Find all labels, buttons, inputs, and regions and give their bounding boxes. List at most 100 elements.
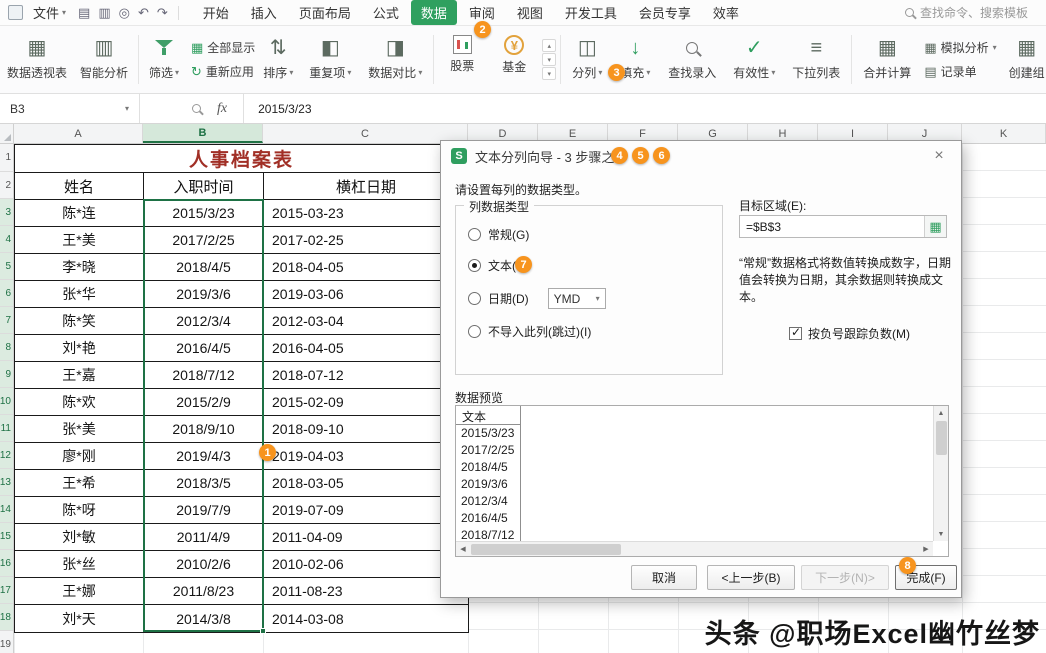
row-header-18[interactable]: 18 xyxy=(0,604,13,631)
dialog-titlebar[interactable]: S 文本分列向导 - 3 步骤之 3 × xyxy=(441,141,961,171)
toolbar-item-基金[interactable]: ¥基金 xyxy=(488,26,540,93)
cell[interactable]: 张*华 xyxy=(15,281,144,308)
tab-效率[interactable]: 效率 xyxy=(703,0,749,25)
column-header-B[interactable]: B xyxy=(143,124,263,143)
scrollbar-thumb[interactable] xyxy=(471,544,621,555)
magnifier-icon[interactable] xyxy=(192,104,201,113)
radio-文本(T)[interactable]: 文本(T) xyxy=(468,257,714,274)
cell[interactable]: 2019-04-03 xyxy=(264,443,468,470)
cell[interactable]: 2015/2/9 xyxy=(144,389,264,416)
cell[interactable]: 2012/3/4 xyxy=(144,308,264,335)
scroll-right-icon[interactable]: ▶ xyxy=(919,542,933,556)
header-cell-入职时间[interactable]: 入职时间 xyxy=(144,173,264,200)
cell[interactable]: 2010/2/6 xyxy=(144,551,264,578)
scroll-down-icon[interactable]: ▼ xyxy=(934,527,948,541)
row-header-3[interactable]: 3 xyxy=(0,199,13,226)
previous-step-button[interactable]: <上一步(B) xyxy=(707,565,795,590)
cell[interactable]: 王*嘉 xyxy=(15,362,144,389)
fill-handle[interactable] xyxy=(260,628,266,634)
tab-插入[interactable]: 插入 xyxy=(241,0,287,25)
print-preview-icon[interactable]: ◎ xyxy=(115,5,134,21)
toolbar-item-筛选[interactable]: 筛选▾ xyxy=(141,26,187,93)
cell[interactable]: 刘*敏 xyxy=(15,524,144,551)
row-header-19[interactable]: 19 xyxy=(0,631,13,653)
radio-日期(D)[interactable]: 日期(D)YMD▾ xyxy=(468,288,714,309)
row-header-1[interactable]: 1 xyxy=(0,144,13,172)
preview-column-type[interactable]: 文本 xyxy=(456,406,520,425)
cell[interactable]: 2016-04-05 xyxy=(264,335,468,362)
row-header-6[interactable]: 6 xyxy=(0,280,13,307)
cell[interactable]: 2012-03-04 xyxy=(264,308,468,335)
toolbar-item-填充[interactable]: ↓填充▾ xyxy=(611,26,659,93)
gallery-down-icon[interactable]: ▾ xyxy=(542,53,556,66)
cell[interactable]: 2017-02-25 xyxy=(264,227,468,254)
cell[interactable]: 刘*天 xyxy=(15,605,144,632)
toolbar-item-数据对比[interactable]: ◨数据对比▾ xyxy=(359,26,431,93)
range-picker-icon[interactable]: ▦ xyxy=(924,216,946,237)
cell[interactable]: 王*美 xyxy=(15,227,144,254)
cell[interactable]: 2018/3/5 xyxy=(144,470,264,497)
scroll-up-icon[interactable]: ▲ xyxy=(934,406,948,420)
row-header-17[interactable]: 17 xyxy=(0,577,13,604)
column-header-A[interactable]: A xyxy=(14,124,143,143)
select-all-corner[interactable] xyxy=(0,124,14,143)
cell[interactable]: 2015/3/23 xyxy=(144,200,264,227)
row-header-13[interactable]: 13 xyxy=(0,469,13,496)
cell[interactable]: 2019-03-06 xyxy=(264,281,468,308)
row-header-4[interactable]: 4 xyxy=(0,226,13,253)
cell[interactable]: 2014-03-08 xyxy=(264,605,468,632)
cell[interactable]: 2011/4/9 xyxy=(144,524,264,551)
cell[interactable]: 2018-07-12 xyxy=(264,362,468,389)
row-header-15[interactable]: 15 xyxy=(0,523,13,550)
toolbar-item-合并计算[interactable]: ▦合并计算 xyxy=(854,26,920,93)
header-cell-横杠日期[interactable]: 横杠日期 xyxy=(264,173,468,200)
tab-页面布局[interactable]: 页面布局 xyxy=(289,0,361,25)
tab-视图[interactable]: 视图 xyxy=(507,0,553,25)
toolbar-item-重复项[interactable]: ◧重复项▾ xyxy=(301,26,359,93)
file-menu-button[interactable]: 文件 ▾ xyxy=(27,3,72,22)
undo-icon[interactable]: ↶ xyxy=(134,5,153,21)
redo-icon[interactable]: ↷ xyxy=(153,5,172,21)
cell[interactable]: 王*娜 xyxy=(15,578,144,605)
cell[interactable]: 2011-04-09 xyxy=(264,524,468,551)
toolbar-item-分列[interactable]: ◫分列▾ xyxy=(563,26,611,93)
cell[interactable]: 2018/7/12 xyxy=(144,362,264,389)
tab-公式[interactable]: 公式 xyxy=(363,0,409,25)
toolbar-item-下拉列表[interactable]: ≡下拉列表 xyxy=(783,26,849,93)
table-title-cell[interactable]: 人事档案表 xyxy=(15,145,468,173)
toolbar-item-数据透视表[interactable]: ▦数据透视表 xyxy=(2,26,72,93)
scroll-left-icon[interactable]: ◀ xyxy=(456,542,470,556)
cell[interactable]: 张*丝 xyxy=(15,551,144,578)
trailing-minus-checkbox[interactable]: 按负号跟踪负数(M) xyxy=(789,325,910,342)
cell[interactable]: 2015-03-23 xyxy=(264,200,468,227)
gallery-up-icon[interactable]: ▴ xyxy=(542,39,556,52)
toolbar-item-模拟分析[interactable]: ▦模拟分析▾ xyxy=(924,39,996,56)
cell[interactable]: 2019/3/6 xyxy=(144,281,264,308)
cell[interactable]: 2018-09-10 xyxy=(264,416,468,443)
cell[interactable]: 王*希 xyxy=(15,470,144,497)
cancel-button[interactable]: 取消 xyxy=(631,565,697,590)
tab-会员专享[interactable]: 会员专享 xyxy=(629,0,701,25)
row-header-8[interactable]: 8 xyxy=(0,334,13,361)
save-icon[interactable]: ▤ xyxy=(74,5,94,21)
cell[interactable]: 2018/4/5 xyxy=(144,254,264,281)
cell[interactable]: 2010-02-06 xyxy=(264,551,468,578)
cell[interactable]: 廖*刚 xyxy=(15,443,144,470)
row-header-16[interactable]: 16 xyxy=(0,550,13,577)
column-header-C[interactable]: C xyxy=(263,124,468,143)
toolbar-item-排序[interactable]: ⇅排序▾ xyxy=(255,26,301,93)
row-header-10[interactable]: 10 xyxy=(0,388,13,415)
tab-开发工具[interactable]: 开发工具 xyxy=(555,0,627,25)
toolbar-item-全部显示[interactable]: ▦全部显示 xyxy=(191,39,255,56)
name-box[interactable]: B3 ▾ xyxy=(0,94,140,123)
radio-常规(G)[interactable]: 常规(G) xyxy=(468,226,714,243)
radio-不导入此列(跳过)(I)[interactable]: 不导入此列(跳过)(I) xyxy=(468,323,714,340)
cell[interactable]: 2019-07-09 xyxy=(264,497,468,524)
cell[interactable]: 陈*笑 xyxy=(15,308,144,335)
toolbar-item-重新应用[interactable]: ↻重新应用 xyxy=(191,63,255,80)
tab-数据[interactable]: 数据 xyxy=(411,0,457,25)
toolbar-item-智能分析[interactable]: ▥智能分析 xyxy=(72,26,136,93)
cell[interactable]: 2015-02-09 xyxy=(264,389,468,416)
tab-开始[interactable]: 开始 xyxy=(193,0,239,25)
cell[interactable]: 李*晓 xyxy=(15,254,144,281)
